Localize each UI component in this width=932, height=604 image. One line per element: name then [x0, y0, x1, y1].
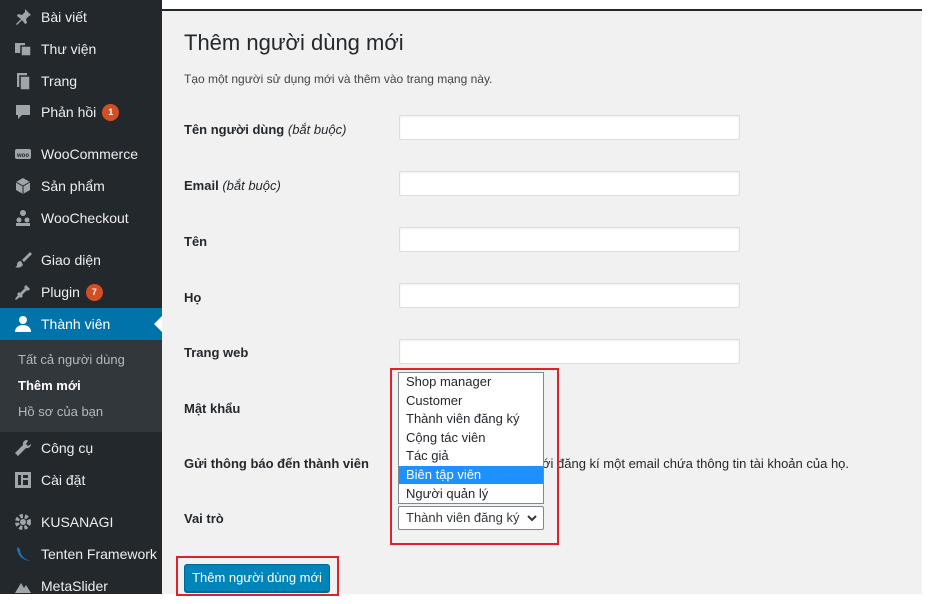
wrench-icon: [14, 439, 32, 457]
required-note: (bắt buộc): [222, 178, 281, 193]
comment-count-badge: 1: [102, 103, 120, 121]
user-icon: [14, 315, 32, 333]
sidebar-item-pages[interactable]: Trang: [0, 65, 162, 97]
role-label: Vai trò: [184, 511, 224, 526]
firstname-label: Tên: [184, 234, 208, 249]
sidebar-item-label: WooCheckout: [41, 210, 129, 226]
swirl-icon: [14, 545, 32, 563]
sidebar-item-label: Công cụ: [41, 440, 94, 456]
svg-text:woo: woo: [16, 153, 29, 159]
sidebar-item-label: Plugin: [41, 284, 80, 300]
sidebar-item-products[interactable]: Sản phẩm: [0, 170, 162, 202]
woo-icon: woo: [14, 145, 32, 163]
role-dropdown-highlight: [390, 368, 559, 545]
box-icon: [14, 177, 32, 195]
sidebar-item-label: MetaSlider: [41, 578, 108, 594]
email-label-text: Email: [184, 178, 219, 193]
username-label: Tên người dùng (bắt buộc): [184, 122, 346, 137]
add-new-user-button[interactable]: Thêm người dùng mới: [184, 564, 330, 592]
notify-description: ới đăng kí một email chứa thông tin tài …: [542, 456, 850, 471]
sidebar-item-label: Phản hồi: [41, 104, 97, 120]
sidebar-item-appearance[interactable]: Giao diện: [0, 244, 162, 276]
sidebar-item-woocommerce[interactable]: woo WooCommerce: [0, 138, 162, 170]
required-note: (bắt buộc): [287, 122, 347, 137]
sidebar-item-posts[interactable]: Bài viết: [0, 1, 162, 33]
sidebar-item-metaslider[interactable]: MetaSlider: [0, 570, 162, 594]
page-description: Tạo một người sử dụng mới và thêm vào tr…: [184, 72, 493, 86]
lastname-label: Họ: [184, 290, 202, 305]
sidebar-item-tenten-framework[interactable]: Tenten Framework: [0, 538, 162, 570]
gear-icon: [14, 513, 32, 531]
website-label: Trang web: [184, 345, 249, 360]
people-icon: [14, 209, 32, 227]
plugin-updates-badge: 7: [85, 283, 103, 301]
admin-sidebar: Bài viết Thư viện Trang Phản hồi 1 woo W…: [0, 0, 162, 594]
page-icon: [14, 72, 32, 90]
lastname-input[interactable]: [399, 283, 740, 308]
email-label: Email (bắt buộc): [184, 178, 281, 193]
sidebar-item-plugins[interactable]: Plugin 7: [0, 276, 162, 308]
sidebar-item-label: KUSANAGI: [41, 514, 114, 530]
firstname-input[interactable]: [399, 227, 740, 252]
sidebar-item-label: Thành viên: [41, 316, 111, 332]
brush-icon: [14, 251, 32, 269]
sidebar-item-woocheckout[interactable]: WooCheckout: [0, 202, 162, 234]
users-submenu: Tất cả người dùng Thêm mới Hồ sơ của bạn: [0, 340, 162, 432]
sidebar-item-media[interactable]: Thư viện: [0, 33, 162, 65]
website-input[interactable]: [399, 339, 740, 364]
submenu-your-profile[interactable]: Hồ sơ của bạn: [18, 404, 103, 419]
username-input[interactable]: [399, 115, 740, 140]
submenu-add-new[interactable]: Thêm mới: [18, 378, 81, 393]
sidebar-item-label: Tenten Framework: [41, 546, 157, 562]
sidebar-item-kusanagi[interactable]: KUSANAGI: [0, 506, 162, 538]
sidebar-item-users[interactable]: Thành viên: [0, 308, 162, 340]
sidebar-item-label: Giao diện: [41, 252, 101, 268]
sidebar-item-label: Thư viện: [41, 41, 97, 57]
sidebar-item-label: Sản phẩm: [41, 178, 105, 194]
mountain-icon: [14, 577, 32, 594]
settings-icon: [14, 471, 32, 489]
sidebar-item-comments[interactable]: Phản hồi 1: [0, 96, 162, 128]
comment-icon: [14, 103, 32, 121]
sidebar-item-label: Trang: [41, 73, 78, 89]
sidebar-item-settings[interactable]: Cài đặt: [0, 464, 162, 496]
sidebar-item-label: Bài viết: [41, 9, 87, 25]
username-label-text: Tên người dùng: [184, 122, 285, 137]
page-title: Thêm người dùng mới: [184, 30, 404, 55]
media-icon: [14, 40, 32, 58]
sidebar-item-tools[interactable]: Công cụ: [0, 432, 162, 464]
email-input[interactable]: [399, 171, 740, 196]
submenu-all-users[interactable]: Tất cả người dùng: [18, 352, 125, 367]
sidebar-item-label: Cài đặt: [41, 472, 86, 488]
pin-icon: [14, 8, 32, 26]
notify-label: Gửi thông báo đến thành viên: [184, 456, 369, 471]
plug-icon: [14, 283, 32, 301]
password-label: Mật khẩu: [184, 401, 241, 416]
sidebar-item-label: WooCommerce: [41, 146, 138, 162]
